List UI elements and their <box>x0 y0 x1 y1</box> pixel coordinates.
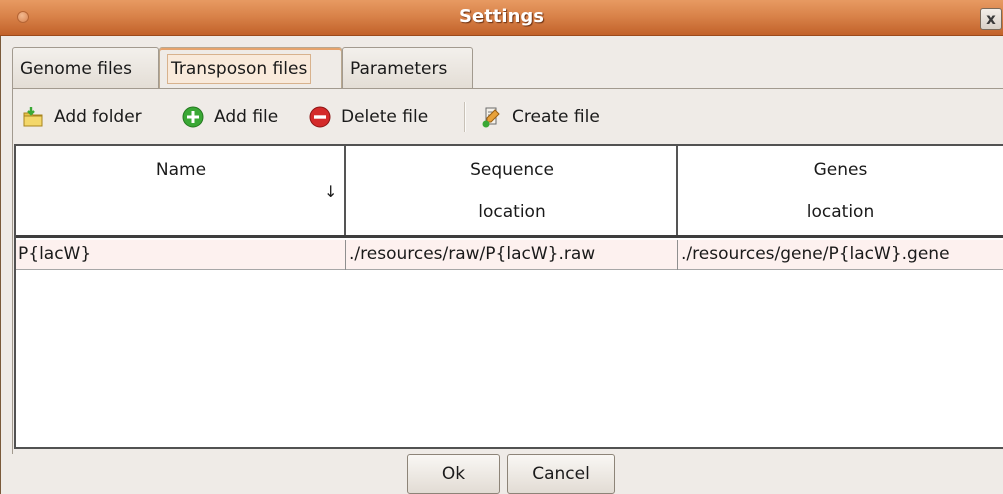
tab-parameters[interactable]: Parameters <box>342 47 473 89</box>
column-header-genes[interactable]: Genes location <box>678 146 1003 235</box>
cancel-button[interactable]: Cancel <box>507 454 615 494</box>
sort-arrow-icon: ↓ <box>324 182 338 201</box>
title-bar[interactable]: Settings x <box>0 0 1003 36</box>
add-file-label: Add file <box>214 107 279 127</box>
add-file-button[interactable]: Add file <box>182 96 306 138</box>
cell-divider <box>345 240 346 270</box>
ok-button[interactable]: Ok <box>407 454 500 494</box>
column-title: Genes <box>813 160 868 180</box>
plus-circle-icon <box>182 106 204 128</box>
table-row[interactable]: P{lacW} ./resources/raw/P{lacW}.raw ./re… <box>16 240 1003 270</box>
create-file-label: Create file <box>512 107 600 127</box>
column-subtitle: location <box>478 202 546 222</box>
folder-add-icon <box>23 107 43 127</box>
column-header-sequence[interactable]: Sequence location <box>346 146 678 235</box>
tab-label: Transposon files <box>167 54 312 84</box>
column-header-name[interactable]: Name ↓ <box>16 146 346 235</box>
files-table: Name ↓ Sequence location Genes location … <box>14 144 1003 449</box>
delete-file-label: Delete file <box>341 107 429 127</box>
table-header: Name ↓ Sequence location Genes location <box>16 146 1003 238</box>
tab-label: Genome files <box>20 59 132 79</box>
column-title: Sequence <box>470 160 554 180</box>
add-folder-button[interactable]: Add folder <box>22 96 171 138</box>
toolbar-separator <box>464 102 466 132</box>
create-file-button[interactable]: Create file <box>480 96 624 138</box>
cell-divider <box>677 240 678 270</box>
delete-file-button[interactable]: Delete file <box>309 96 458 138</box>
close-button[interactable]: x <box>980 8 1002 30</box>
add-folder-label: Add folder <box>54 107 142 127</box>
create-file-icon <box>482 107 500 128</box>
cell-name[interactable]: P{lacW} <box>16 240 345 270</box>
window-title: Settings <box>459 6 544 27</box>
tab-label: Parameters <box>350 59 448 79</box>
tab-genome-files[interactable]: Genome files <box>12 47 159 89</box>
minus-circle-icon <box>309 106 331 128</box>
tab-transposon-files[interactable]: Transposon files <box>159 47 342 89</box>
cell-genes-location[interactable]: ./resources/gene/P{lacW}.gene <box>679 240 1003 270</box>
column-title: Name <box>155 160 207 180</box>
column-subtitle: location <box>806 202 875 222</box>
cell-sequence-location[interactable]: ./resources/raw/P{lacW}.raw <box>347 240 677 270</box>
